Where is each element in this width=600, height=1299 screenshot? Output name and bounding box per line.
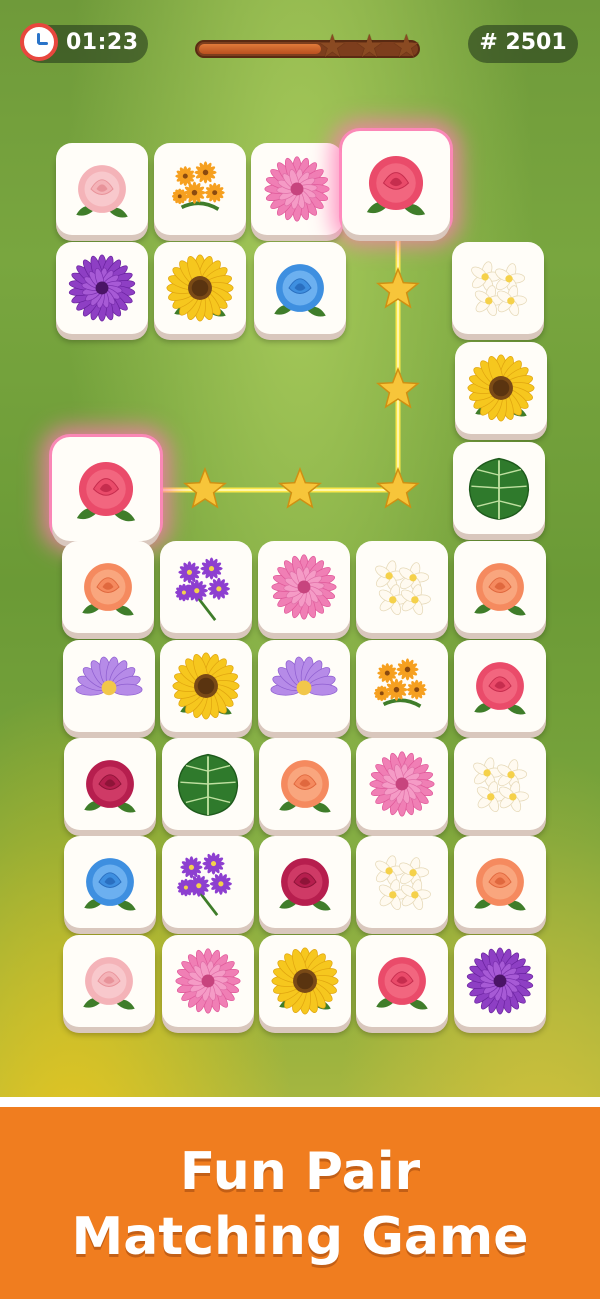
tile-purple-lotus[interactable]	[63, 640, 155, 732]
tile-red-rose-selected[interactable]	[52, 437, 160, 541]
pink-gerbera-icon	[369, 751, 435, 817]
red-rose-icon	[376, 957, 428, 1010]
orange-daisy-bouquet-icon	[374, 658, 427, 708]
white-plumeria-icon	[473, 757, 529, 813]
monstera-leaf-icon	[177, 753, 239, 816]
sunflower-icon	[166, 254, 234, 322]
tile-pink-gerbera[interactable]	[162, 935, 254, 1027]
game-board: 01:23 ★ ★ ★ # 2501 Fun Pair Matching Gam…	[0, 0, 600, 1299]
blue-rose-icon	[84, 858, 136, 911]
tile-crimson-rose[interactable]	[259, 836, 351, 928]
path-star-icon	[376, 466, 420, 509]
path-star-icon	[183, 466, 227, 509]
tile-pink-gerbera[interactable]	[251, 143, 343, 235]
tile-purple-daisy-bouquet[interactable]	[160, 541, 252, 633]
red-rose-icon	[366, 155, 426, 216]
progress-star-icon: ★	[318, 27, 347, 65]
tile-orange-rose[interactable]	[259, 738, 351, 830]
purple-lotus-icon	[75, 656, 143, 696]
white-plumeria-icon	[375, 855, 431, 911]
blue-rose-icon	[274, 264, 326, 317]
tile-monstera-leaf[interactable]	[162, 738, 254, 830]
pink-gerbera-icon	[175, 948, 241, 1014]
path-star-icon	[278, 466, 322, 509]
purple-daisy-bouquet-icon	[175, 557, 230, 621]
clock-icon	[20, 23, 58, 61]
red-rose-icon	[474, 662, 526, 715]
orange-rose-icon	[474, 563, 526, 616]
tile-blue-rose[interactable]	[64, 836, 156, 928]
sunflower-icon	[467, 354, 535, 422]
tile-red-rose-selected[interactable]	[342, 131, 450, 235]
path-star-icon	[376, 266, 420, 309]
timer-pill: 01:23	[20, 23, 148, 63]
tile-purple-lotus[interactable]	[258, 640, 350, 732]
monstera-leaf-icon	[468, 457, 530, 520]
purple-gerbera-icon	[466, 947, 534, 1015]
tile-white-plumeria[interactable]	[452, 242, 544, 334]
tile-pink-gerbera[interactable]	[258, 541, 350, 633]
orange-daisy-bouquet-icon	[172, 161, 225, 211]
tile-blue-rose[interactable]	[254, 242, 346, 334]
tile-pink-rose[interactable]	[63, 935, 155, 1027]
tile-orange-daisy-bouquet[interactable]	[154, 143, 246, 235]
purple-gerbera-icon	[68, 254, 136, 322]
tile-sunflower[interactable]	[259, 935, 351, 1027]
level-progress-bar	[195, 40, 420, 58]
pink-rose-icon	[76, 165, 128, 218]
progress-star-icon: ★	[355, 27, 384, 65]
level-pill: # 2501	[468, 25, 578, 63]
tile-orange-rose[interactable]	[454, 836, 546, 928]
banner-title-line2: Matching Game	[71, 1207, 529, 1267]
tile-sunflower[interactable]	[455, 342, 547, 434]
tile-orange-rose[interactable]	[454, 541, 546, 633]
tile-pink-rose[interactable]	[56, 143, 148, 235]
orange-rose-icon	[82, 563, 134, 616]
sunflower-icon	[271, 947, 339, 1015]
red-rose-icon	[76, 461, 136, 522]
tile-purple-gerbera[interactable]	[454, 935, 546, 1027]
tile-sunflower[interactable]	[160, 640, 252, 732]
tile-orange-rose[interactable]	[62, 541, 154, 633]
white-plumeria-icon	[375, 560, 431, 616]
crimson-rose-icon	[279, 858, 331, 911]
tile-monstera-leaf[interactable]	[453, 442, 545, 534]
tile-purple-gerbera[interactable]	[56, 242, 148, 334]
promo-banner: Fun Pair Matching Game	[0, 1097, 600, 1299]
path-star-icon	[376, 366, 420, 409]
orange-rose-icon	[279, 760, 331, 813]
tile-sunflower[interactable]	[154, 242, 246, 334]
pink-gerbera-icon	[264, 156, 330, 222]
tile-pink-gerbera[interactable]	[356, 738, 448, 830]
tile-red-rose[interactable]	[454, 640, 546, 732]
purple-lotus-icon	[270, 656, 338, 696]
sunflower-icon	[172, 652, 240, 720]
pink-gerbera-icon	[271, 554, 337, 620]
tile-white-plumeria[interactable]	[356, 541, 448, 633]
white-plumeria-icon	[471, 261, 527, 317]
crimson-rose-icon	[84, 760, 136, 813]
tile-red-rose[interactable]	[356, 935, 448, 1027]
banner-title-line1: Fun Pair	[179, 1142, 421, 1202]
tile-white-plumeria[interactable]	[356, 836, 448, 928]
pink-rose-icon	[83, 957, 135, 1010]
orange-rose-icon	[474, 858, 526, 911]
tile-white-plumeria[interactable]	[454, 738, 546, 830]
tile-orange-daisy-bouquet[interactable]	[356, 640, 448, 732]
level-number: # 2501	[479, 30, 567, 55]
tile-crimson-rose[interactable]	[64, 738, 156, 830]
tile-purple-daisy-bouquet[interactable]	[162, 836, 254, 928]
timer-value: 01:23	[66, 30, 139, 55]
progress-fill	[199, 44, 321, 54]
purple-daisy-bouquet-icon	[177, 852, 232, 916]
progress-star-icon: ★	[392, 27, 421, 65]
